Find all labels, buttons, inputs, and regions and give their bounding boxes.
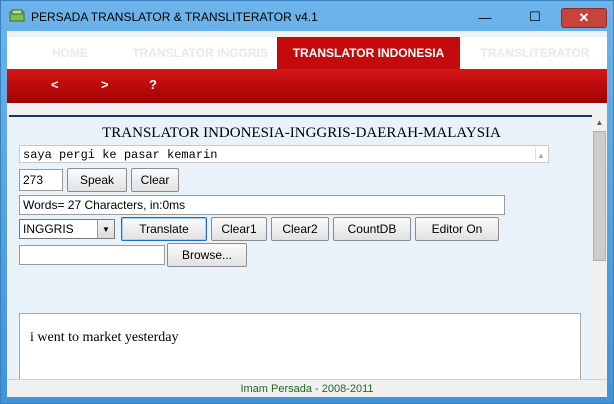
language-selected: INGGRIS [23,222,74,236]
app-window: PERSADA TRANSLATOR & TRANSLITERATOR v4.1… [0,0,614,404]
editor-on-button[interactable]: Editor On [415,217,499,241]
tab-bar: HOME TRANSLATOR INGGRIS TRANSLATOR INDON… [7,37,607,69]
vertical-scrollbar[interactable]: ▲ [592,115,607,379]
clear1-button[interactable]: Clear1 [211,217,267,241]
countdb-button[interactable]: CountDB [333,217,411,241]
language-select[interactable]: INGGRIS ▼ [19,219,115,239]
tab-translator-inggris[interactable]: TRANSLATOR INGGRIS [125,37,275,69]
speak-button[interactable]: Speak [67,168,127,192]
help-button[interactable]: ? [149,77,157,92]
source-text-input[interactable]: saya pergi ke pasar kemarin ▲ [19,145,549,163]
translate-button[interactable]: Translate [121,217,207,241]
page-title: TRANSLATOR INDONESIA-INGGRIS-DAERAH-MALA… [102,125,501,141]
info-field: Words= 27 Characters, in:0ms [19,195,505,215]
tab-translator-indonesia[interactable]: TRANSLATOR INDONESIA [277,37,460,69]
app-icon [9,9,25,22]
client-area: HOME TRANSLATOR INGGRIS TRANSLATOR INDON… [7,31,607,397]
browse-button[interactable]: Browse... [167,243,247,267]
scroll-up-icon[interactable]: ▲ [592,115,607,130]
clear2-button[interactable]: Clear2 [271,217,329,241]
window-title: PERSADA TRANSLATOR & TRANSLITERATOR v4.1 [31,10,318,24]
tab-transliterator[interactable]: TRANSLITERATOR [465,37,605,69]
scroll-thumb[interactable] [593,131,606,261]
nav-bar: < > ? [7,69,607,103]
translator-panel: TRANSLATOR INDONESIA-INGGRIS-DAERAH-MALA… [9,115,594,397]
number-field[interactable]: 273 [19,169,63,191]
chevron-down-icon[interactable]: ▼ [97,220,114,238]
close-button[interactable]: ✕ [561,8,607,28]
output-text: i went to market yesterday [30,330,179,345]
input-scroll-icon[interactable]: ▲ [535,148,546,161]
forward-button[interactable]: > [101,77,109,92]
back-button[interactable]: < [51,77,59,92]
status-bar: Imam Persada - 2008-2011 [7,379,607,397]
maximize-button[interactable]: ☐ [521,9,549,25]
source-text-value: saya pergi ke pasar kemarin [23,148,218,162]
file-path-input[interactable] [19,245,165,265]
tab-home[interactable]: HOME [15,37,125,69]
minimize-button[interactable]: — [471,9,499,25]
title-bar[interactable]: PERSADA TRANSLATOR & TRANSLITERATOR v4.1… [1,1,613,31]
clear-button[interactable]: Clear [131,168,179,192]
